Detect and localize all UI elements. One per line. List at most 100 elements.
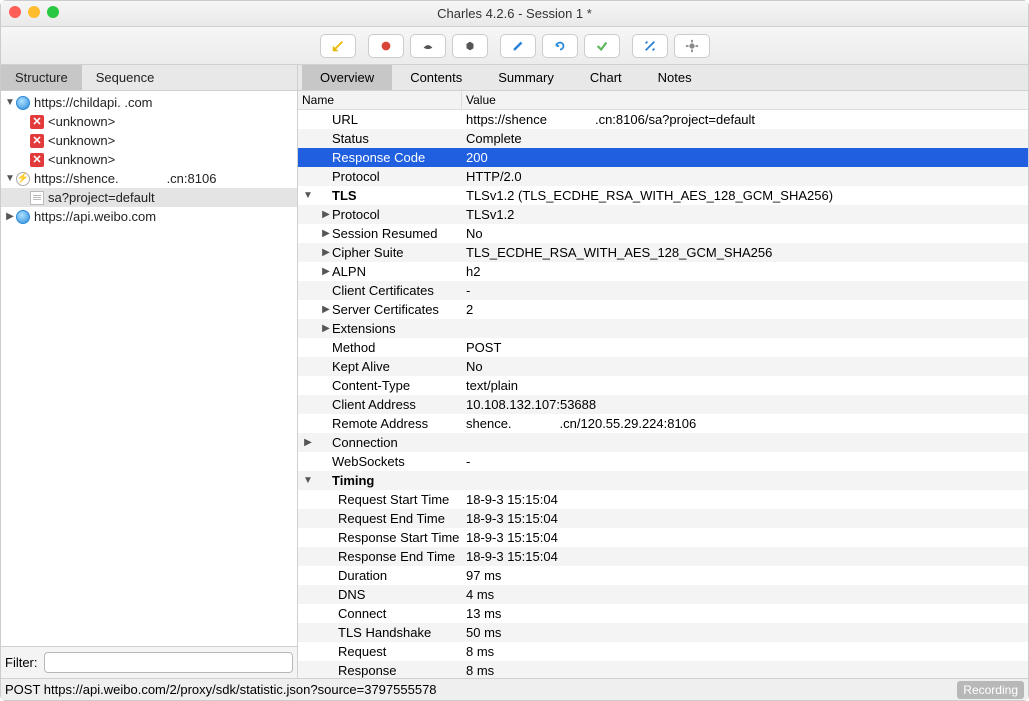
window-title: Charles 4.2.6 - Session 1 * (437, 6, 592, 21)
host-tree[interactable]: ▼ https://childapi. .com ✕ <unknown> ✕ <… (1, 91, 297, 646)
settings-button[interactable] (674, 34, 710, 58)
row-remoteaddr[interactable]: Remote Addressshence..cn/120.55.29.224:8… (298, 414, 1028, 433)
row-tls-clientcert[interactable]: Client Certificates- (298, 281, 1028, 300)
filter-bar: Filter: (1, 646, 297, 678)
error-icon: ✕ (29, 152, 45, 168)
row-tls-session[interactable]: ▶Session ResumedNo (298, 224, 1028, 243)
row-response[interactable]: Response8 ms (298, 661, 1028, 678)
chevron-right-icon[interactable]: ▶ (5, 211, 15, 222)
minimize-window-button[interactable] (28, 6, 40, 18)
record-button[interactable] (368, 34, 404, 58)
throttle-button[interactable] (410, 34, 446, 58)
tree-label: https://childapi. .com (34, 95, 153, 110)
row-url[interactable]: URLhttps://shence.cn:8106/sa?project=def… (298, 110, 1028, 129)
breakpoints-button[interactable] (452, 34, 488, 58)
row-dns[interactable]: DNS4 ms (298, 585, 1028, 604)
tree-request-error[interactable]: ✕ <unknown> (1, 150, 297, 169)
column-value[interactable]: Value (462, 91, 1028, 109)
turtle-icon (421, 39, 435, 53)
row-respstart[interactable]: Response Start Time18-9-3 15:15:04 (298, 528, 1028, 547)
row-tls-protocol[interactable]: ▶ProtocolTLSv1.2 (298, 205, 1028, 224)
row-timing[interactable]: ▼Timing (298, 471, 1028, 490)
row-tlshandshake[interactable]: TLS Handshake50 ms (298, 623, 1028, 642)
tools-icon (643, 39, 657, 53)
tab-contents[interactable]: Contents (392, 65, 480, 90)
tab-sequence[interactable]: Sequence (82, 65, 169, 90)
row-keptalive[interactable]: Kept AliveNo (298, 357, 1028, 376)
row-respend[interactable]: Response End Time18-9-3 15:15:04 (298, 547, 1028, 566)
tab-structure[interactable]: Structure (1, 65, 82, 90)
error-icon: ✕ (29, 133, 45, 149)
row-response-code[interactable]: Response Code200 (298, 148, 1028, 167)
tree-request-error[interactable]: ✕ <unknown> (1, 131, 297, 150)
row-tls-servercert[interactable]: ▶Server Certificates2 (298, 300, 1028, 319)
recording-indicator: Recording (957, 681, 1024, 699)
row-connection[interactable]: ▶Connection (298, 433, 1028, 452)
row-reqend[interactable]: Request End Time18-9-3 15:15:04 (298, 509, 1028, 528)
row-tls-extensions[interactable]: ▶Extensions (298, 319, 1028, 338)
chevron-down-icon[interactable]: ▼ (302, 190, 314, 201)
traffic-lights (9, 6, 59, 18)
row-duration[interactable]: Duration97 ms (298, 566, 1028, 585)
column-name[interactable]: Name (298, 91, 462, 109)
tree-label: <unknown> (48, 133, 115, 148)
globe-icon (15, 209, 31, 225)
main-split: Structure Sequence ▼ https://childapi. .… (1, 65, 1028, 678)
chevron-right-icon[interactable]: ▶ (320, 228, 332, 239)
tree-host-childapi[interactable]: ▼ https://childapi. .com (1, 93, 297, 112)
gear-icon (685, 39, 699, 53)
tree-request-selected[interactable]: sa?project=default (1, 188, 297, 207)
tab-overview[interactable]: Overview (302, 65, 392, 90)
row-request[interactable]: Request8 ms (298, 642, 1028, 661)
row-protocol[interactable]: ProtocolHTTP/2.0 (298, 167, 1028, 186)
clear-session-button[interactable] (320, 34, 356, 58)
globe-icon (15, 95, 31, 111)
maximize-window-button[interactable] (47, 6, 59, 18)
chevron-down-icon[interactable]: ▼ (302, 475, 314, 486)
tree-host-shence[interactable]: ▼ ⚡ https://shence..cn:8106 (1, 169, 297, 188)
repeat-button[interactable] (542, 34, 578, 58)
row-clientaddr[interactable]: Client Address10.108.132.107:53688 (298, 395, 1028, 414)
app-window: Charles 4.2.6 - Session 1 * Structure Se… (0, 0, 1029, 701)
status-text: POST https://api.weibo.com/2/proxy/sdk/s… (5, 682, 437, 697)
chevron-right-icon[interactable]: ▶ (320, 304, 332, 315)
tree-label: https://shence..cn:8106 (34, 171, 216, 186)
compose-button[interactable] (500, 34, 536, 58)
refresh-icon (553, 39, 567, 53)
row-tls-cipher[interactable]: ▶Cipher SuiteTLS_ECDHE_RSA_WITH_AES_128_… (298, 243, 1028, 262)
tab-notes[interactable]: Notes (640, 65, 710, 90)
chevron-right-icon[interactable]: ▶ (320, 266, 332, 277)
right-pane: Overview Contents Summary Chart Notes Na… (298, 65, 1028, 678)
chevron-right-icon[interactable]: ▶ (302, 437, 314, 448)
row-status[interactable]: StatusComplete (298, 129, 1028, 148)
toolbar (1, 27, 1028, 65)
tab-chart[interactable]: Chart (572, 65, 640, 90)
record-icon (379, 39, 393, 53)
left-pane: Structure Sequence ▼ https://childapi. .… (1, 65, 298, 678)
tree-label: <unknown> (48, 152, 115, 167)
row-contenttype[interactable]: Content-Typetext/plain (298, 376, 1028, 395)
tree-host-weibo[interactable]: ▶ https://api.weibo.com (1, 207, 297, 226)
row-reqstart[interactable]: Request Start Time18-9-3 15:15:04 (298, 490, 1028, 509)
chevron-down-icon[interactable]: ▼ (5, 97, 15, 108)
hexagon-icon (463, 39, 477, 53)
file-icon (29, 190, 45, 206)
row-websockets[interactable]: WebSockets- (298, 452, 1028, 471)
close-window-button[interactable] (9, 6, 21, 18)
row-connect[interactable]: Connect13 ms (298, 604, 1028, 623)
overview-grid[interactable]: URLhttps://shence.cn:8106/sa?project=def… (298, 110, 1028, 678)
tree-request-error[interactable]: ✕ <unknown> (1, 112, 297, 131)
tab-summary[interactable]: Summary (480, 65, 572, 90)
row-tls-alpn[interactable]: ▶ALPNh2 (298, 262, 1028, 281)
status-bar: POST https://api.weibo.com/2/proxy/sdk/s… (1, 678, 1028, 700)
chevron-down-icon[interactable]: ▼ (5, 173, 15, 184)
chevron-right-icon[interactable]: ▶ (320, 209, 332, 220)
row-method[interactable]: MethodPOST (298, 338, 1028, 357)
chevron-right-icon[interactable]: ▶ (320, 323, 332, 334)
chevron-right-icon[interactable]: ▶ (320, 247, 332, 258)
tools-button[interactable] (632, 34, 668, 58)
validate-button[interactable] (584, 34, 620, 58)
filter-input[interactable] (44, 652, 294, 673)
left-tabs: Structure Sequence (1, 65, 297, 91)
row-tls[interactable]: ▼TLSTLSv1.2 (TLS_ECDHE_RSA_WITH_AES_128_… (298, 186, 1028, 205)
